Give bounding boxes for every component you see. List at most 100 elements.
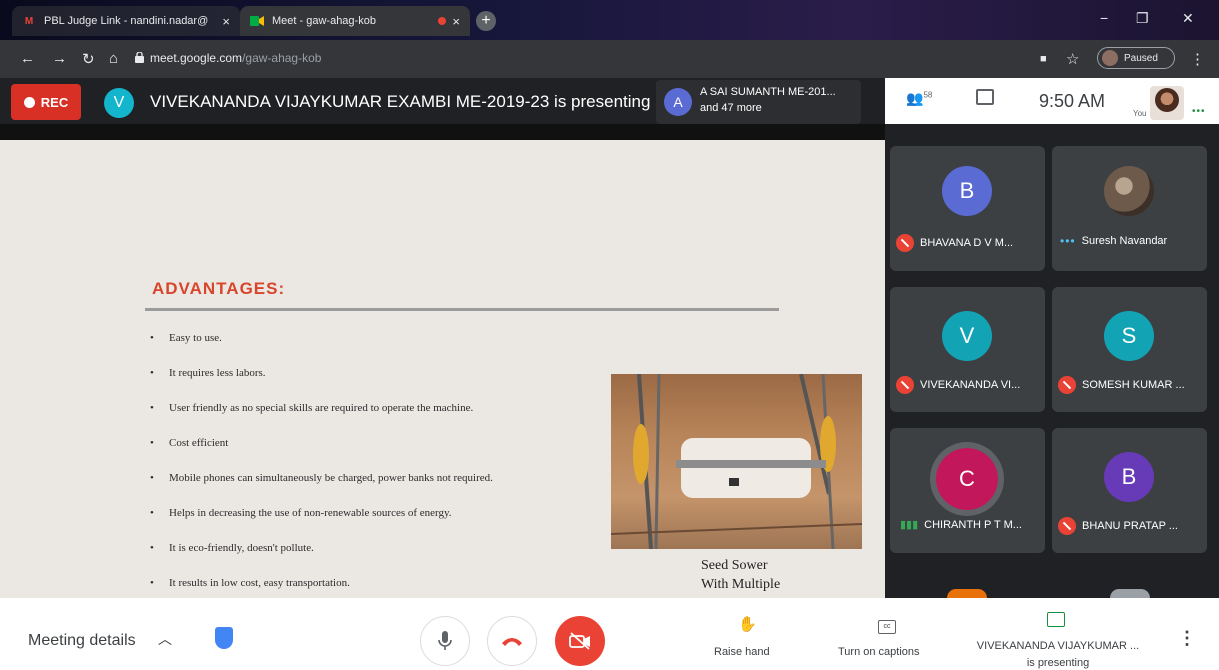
tab-title: Meet - gaw-ahag-kob — [272, 15, 376, 27]
photo-caption: Seed Sower With Multiple — [701, 556, 780, 594]
participant-chip-more: and 47 more — [700, 102, 762, 114]
slide-top-border — [0, 124, 885, 140]
minimize-button[interactable]: − — [1100, 10, 1108, 26]
list-item: • It requires less labors. — [150, 367, 266, 379]
speaking-icon: ▮▮▮ — [900, 519, 919, 531]
browser-menu-icon[interactable]: ⋮ — [1190, 50, 1205, 68]
url-path: /gaw-ahag-kob — [242, 51, 322, 65]
presenting-banner: VIVEKANANDA VIJAYKUMAR EXAMBI ME-2019-23… — [150, 92, 651, 111]
more-options-icon[interactable]: ••• — [1060, 234, 1076, 248]
participant-avatar: B — [1104, 452, 1154, 502]
security-shield-icon[interactable] — [215, 627, 233, 649]
close-window-button[interactable]: ✕ — [1182, 10, 1194, 27]
seed-sower-photo — [611, 374, 862, 549]
people-button[interactable]: 👥58 — [906, 90, 932, 107]
participant-avatar: C — [936, 448, 998, 510]
presenter-avatar: V — [104, 88, 134, 118]
close-tab-icon[interactable]: × — [222, 14, 230, 29]
tab-meet[interactable]: Meet - gaw-ahag-kob × — [240, 6, 470, 36]
camera-off-icon — [569, 632, 590, 650]
reload-icon[interactable]: ↻ — [82, 50, 95, 68]
self-audio-indicator: ••• — [1192, 106, 1206, 117]
url-host: meet.google.com — [150, 51, 243, 65]
bookmark-star-icon[interactable]: ☆ — [1066, 50, 1079, 68]
partial-avatar — [947, 589, 987, 598]
tab-pbl-judge[interactable]: M PBL Judge Link - nandini.nadar@ × — [12, 6, 240, 36]
meeting-details-button[interactable]: Meeting details — [28, 632, 136, 650]
participant-name: ••• Suresh Navandar — [1060, 234, 1168, 248]
meet-window: M PBL Judge Link - nandini.nadar@ × Meet… — [0, 0, 1219, 670]
list-item: • User friendly as no special skills are … — [150, 402, 474, 414]
list-item: • Cost efficient — [150, 437, 229, 449]
raise-hand-icon: ✋ — [738, 616, 757, 633]
participant-name: BHANU PRATAP ... — [1058, 517, 1178, 535]
mic-off-icon — [1058, 376, 1076, 394]
meet-icon — [250, 14, 264, 28]
back-icon[interactable]: ← — [20, 50, 35, 67]
more-options-icon[interactable]: ⋮ — [1178, 628, 1196, 649]
presenting-status[interactable]: VIVEKANANDA VIJAYKUMAR ... is presenting — [968, 638, 1148, 670]
camera-in-use-icon[interactable]: ■ — [1040, 53, 1047, 65]
participant-chip-text: A SAI SUMANTH ME-201... and 47 more — [700, 84, 836, 116]
clock: 9:50 AM — [1039, 91, 1106, 111]
participant-tile[interactable]: ••• Suresh Navandar — [1052, 146, 1207, 271]
list-item: • Helps in decreasing the use of non-rene… — [150, 507, 452, 519]
participant-name: SOMESH KUMAR ... — [1058, 376, 1185, 394]
record-dot-icon — [23, 96, 35, 108]
tab-title: PBL Judge Link - nandini.nadar@ — [44, 15, 209, 27]
recording-indicator-icon — [438, 17, 447, 25]
url-field[interactable]: meet.google.com/gaw-ahag-kob — [150, 51, 321, 65]
participant-chip-name: A SAI SUMANTH ME-201... — [700, 86, 836, 98]
slide-title: ADVANTAGES: — [152, 279, 286, 298]
self-avatar — [1155, 88, 1179, 112]
present-screen-icon — [1047, 612, 1065, 627]
chat-icon[interactable] — [976, 89, 994, 105]
chevron-up-icon[interactable]: ︿ — [158, 629, 172, 649]
lock-icon — [135, 52, 144, 63]
raise-hand-button[interactable]: Raise hand — [714, 646, 770, 658]
people-icon: 👥 — [906, 90, 924, 106]
presenting-suffix: is presenting — [1026, 657, 1090, 669]
self-label: You — [1133, 109, 1147, 118]
microphone-button[interactable] — [420, 616, 470, 666]
participant-tile[interactable]: V VIVEKANANDA VI... — [890, 287, 1045, 412]
maximize-button[interactable]: ❐ — [1136, 10, 1149, 27]
home-icon[interactable]: ⌂ — [109, 50, 118, 67]
presenting-name: VIVEKANANDA VIJAYKUMAR ... — [976, 640, 1140, 652]
mic-off-icon — [896, 234, 914, 252]
gmail-icon: M — [24, 15, 34, 27]
close-tab-icon[interactable]: × — [452, 14, 460, 29]
participant-tile[interactable]: B BHAVANA D V M... — [890, 146, 1045, 271]
participant-tile[interactable]: B BHANU PRATAP ... — [1052, 428, 1207, 553]
participant-tile[interactable]: S SOMESH KUMAR ... — [1052, 287, 1207, 412]
participant-chip-avatar: A — [664, 88, 692, 116]
captions-button[interactable]: Turn on captions — [838, 646, 920, 658]
profile-status: Paused — [1124, 52, 1158, 64]
forward-icon[interactable]: → — [52, 50, 67, 67]
self-view-thumbnail[interactable] — [1150, 86, 1184, 120]
leave-call-button[interactable] — [487, 616, 537, 666]
participant-tile[interactable]: C ▮▮▮ CHIRANTH P T M... — [890, 428, 1045, 553]
profile-button[interactable]: Paused — [1097, 47, 1175, 69]
caption-line: Seed Sower — [701, 558, 768, 573]
people-count: 58 — [923, 90, 933, 100]
microphone-icon — [438, 631, 452, 650]
participant-photo — [1104, 166, 1154, 216]
recording-badge[interactable]: REC — [11, 84, 81, 120]
list-item: • Easy to use. — [150, 332, 222, 344]
participant-avatar: B — [942, 166, 992, 216]
caption-line: With Multiple — [701, 577, 781, 592]
list-item: • Mobile phones can simultaneously be cha… — [150, 472, 493, 484]
participant-avatar: V — [942, 311, 992, 361]
participant-name: BHAVANA D V M... — [896, 234, 1013, 252]
list-item: • It is eco-friendly, doesn't pollute. — [150, 542, 314, 554]
rec-label: REC — [40, 94, 69, 110]
new-tab-button[interactable]: + — [476, 11, 496, 31]
camera-button[interactable] — [555, 616, 605, 666]
partial-avatar — [1110, 589, 1150, 598]
participant-name: ▮▮▮ CHIRANTH P T M... — [900, 518, 1022, 532]
hang-up-icon — [502, 638, 522, 646]
advantages-list: • Easy to use. • It requires less labors. … — [150, 332, 610, 612]
mic-off-icon — [1058, 517, 1076, 535]
profile-avatar — [1102, 50, 1118, 66]
